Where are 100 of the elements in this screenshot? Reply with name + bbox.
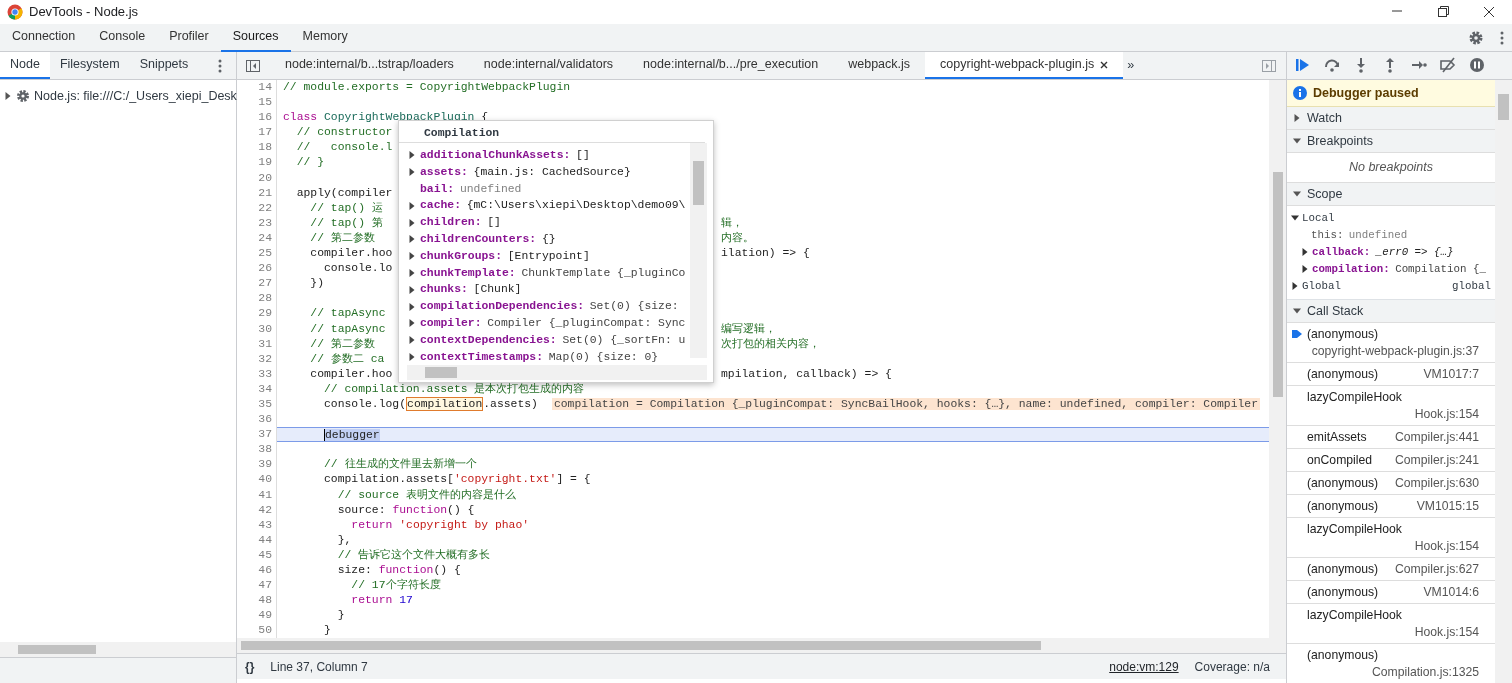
panel-tab[interactable]: Console bbox=[87, 23, 158, 52]
property-row[interactable]: chunkTemplate: ChunkTemplate {_pluginCo bbox=[399, 264, 690, 282]
sidebar-toggle-icon[interactable] bbox=[1262, 59, 1276, 72]
navigator-tab[interactable]: Node bbox=[0, 52, 50, 79]
scope-row[interactable]: Local bbox=[1287, 209, 1495, 227]
line-number: 26 bbox=[237, 261, 277, 277]
scrollbar[interactable] bbox=[1495, 79, 1512, 683]
navigator-tab[interactable]: Snippets bbox=[129, 52, 199, 79]
property-row[interactable]: contextTimestamps: Map(0) {size: 0} bbox=[399, 348, 690, 366]
close-icon[interactable] bbox=[1100, 60, 1109, 69]
line-number: 19 bbox=[237, 155, 277, 171]
collapse-arrow-icon[interactable] bbox=[1293, 306, 1301, 315]
scrollbar[interactable] bbox=[0, 642, 236, 657]
expand-arrow-icon[interactable] bbox=[1301, 265, 1309, 274]
expand-arrow-icon[interactable] bbox=[408, 302, 416, 311]
expand-arrow-icon[interactable] bbox=[408, 218, 416, 227]
resume-icon[interactable] bbox=[1295, 57, 1311, 74]
scrollbar[interactable] bbox=[407, 365, 707, 381]
empty-message: No breakpoints bbox=[1348, 159, 1434, 177]
settings-icon[interactable] bbox=[1468, 29, 1484, 46]
property-row[interactable]: cache: {mC:\Users\xiepi\Desktop\demo09\ bbox=[399, 197, 690, 215]
code-line: // tapAsync bbox=[309, 307, 386, 320]
code-line: compilation.assets['copyright.txt'] = { bbox=[323, 473, 591, 486]
sidebar-toggle-icon[interactable] bbox=[246, 59, 260, 72]
code-line: }, bbox=[336, 533, 352, 546]
line-number: 49 bbox=[237, 608, 277, 624]
variable-row[interactable]: this: undefined bbox=[1287, 226, 1495, 244]
expand-arrow-icon[interactable] bbox=[408, 336, 416, 345]
expand-arrow-icon[interactable] bbox=[408, 268, 416, 277]
section-header[interactable]: Call Stack bbox=[1287, 299, 1495, 323]
section-header[interactable]: Scope bbox=[1287, 182, 1495, 206]
panel-tab[interactable]: Profiler bbox=[157, 23, 221, 52]
line-number: 23 bbox=[237, 215, 277, 231]
code-line: // 往生成的文件里去新增一个 bbox=[323, 458, 477, 471]
navigator-tab[interactable]: Filesystem bbox=[49, 52, 130, 79]
expand-arrow-icon[interactable] bbox=[408, 252, 416, 261]
panel-tab[interactable]: Memory bbox=[290, 23, 360, 52]
file-tab[interactable]: node:internal/b.../pre_execution bbox=[628, 52, 834, 79]
property-row[interactable]: compilationDependencies: Set(0) {size: bbox=[399, 298, 690, 315]
property-row[interactable]: bail: undefined bbox=[399, 180, 690, 198]
scrollbar[interactable] bbox=[237, 638, 1286, 653]
line-number: 45 bbox=[237, 547, 277, 563]
property-row[interactable]: chunkGroups: [Entrypoint] bbox=[399, 247, 690, 265]
line-number: 33 bbox=[237, 366, 277, 382]
section-header[interactable]: Breakpoints bbox=[1287, 129, 1495, 153]
close-icon[interactable] bbox=[1483, 6, 1495, 18]
variable-row[interactable]: compilation: Compilation {_ bbox=[1287, 260, 1495, 278]
collapse-arrow-icon[interactable] bbox=[1293, 136, 1301, 145]
more-options-icon[interactable] bbox=[1500, 29, 1504, 46]
property-row[interactable]: contextDependencies: Set(0) {_sortFn: u bbox=[399, 331, 690, 349]
property-row[interactable]: assets: {main.js: CachedSource} bbox=[399, 163, 690, 181]
pretty-print-button[interactable]: {} bbox=[245, 657, 255, 676]
tree-item[interactable]: Node.js: file:///C:/_Users_xiepi_Desk bbox=[34, 86, 237, 106]
file-tab[interactable]: node:internal/validators bbox=[468, 52, 629, 79]
info-icon bbox=[1293, 85, 1307, 100]
property-row[interactable]: chunks: [Chunk] bbox=[399, 281, 690, 299]
deactivate-breakpoints-icon[interactable] bbox=[1440, 57, 1456, 74]
pause-icon[interactable] bbox=[1469, 57, 1485, 74]
popover-title: Compilation bbox=[399, 121, 705, 143]
expand-arrow-icon[interactable] bbox=[408, 235, 416, 244]
expand-arrow-icon[interactable] bbox=[4, 92, 12, 100]
more-options-icon[interactable] bbox=[218, 57, 222, 74]
code-line: // 17个字符长度 bbox=[350, 579, 441, 592]
source-link[interactable]: node:vm:129 bbox=[1109, 657, 1179, 676]
expand-arrow-icon[interactable] bbox=[1291, 282, 1299, 291]
expand-arrow-icon[interactable] bbox=[1301, 248, 1309, 257]
expand-arrow-icon[interactable] bbox=[408, 319, 416, 328]
maximize-icon[interactable] bbox=[1437, 6, 1449, 18]
step-over-icon[interactable] bbox=[1324, 57, 1340, 74]
more-tabs-button[interactable]: » bbox=[1127, 56, 1135, 75]
code-line: // } bbox=[295, 156, 324, 169]
expand-arrow-icon[interactable] bbox=[408, 285, 416, 294]
expand-arrow-icon[interactable] bbox=[408, 151, 416, 160]
file-tab[interactable]: webpack.js bbox=[833, 52, 926, 79]
expand-arrow-icon[interactable] bbox=[1293, 113, 1301, 122]
line-number: 36 bbox=[237, 412, 277, 428]
code-line: compiler.hoo bbox=[309, 366, 394, 382]
property-row[interactable]: compiler: Compiler {_pluginCompat: Sync bbox=[399, 314, 690, 332]
property-row[interactable]: childrenCounters: {} bbox=[399, 231, 690, 248]
property-row[interactable]: children: [] bbox=[399, 214, 690, 231]
scope-row[interactable]: Global global bbox=[1287, 277, 1495, 295]
collapse-arrow-icon[interactable] bbox=[1293, 189, 1301, 198]
code-line: 内容。 bbox=[721, 231, 754, 244]
code-line: }) bbox=[309, 277, 324, 290]
code-line: apply(compiler bbox=[295, 186, 393, 199]
variable-row[interactable]: callback: _err0 => {…} bbox=[1287, 243, 1495, 261]
code-line: } bbox=[336, 609, 345, 622]
expand-arrow-icon[interactable] bbox=[408, 201, 416, 210]
scrollbar[interactable] bbox=[1269, 80, 1286, 638]
file-tab[interactable]: copyright-webpack-plugin.js bbox=[925, 52, 1124, 79]
file-tab[interactable]: node:internal/b...tstrap/loaders bbox=[270, 52, 469, 79]
scrollbar[interactable] bbox=[690, 143, 707, 358]
logo-icon bbox=[7, 4, 23, 20]
section-header[interactable]: Watch bbox=[1287, 106, 1495, 130]
property-row[interactable]: additionalChunkAssets: [] bbox=[399, 147, 690, 164]
window-title: DevTools - Node.js bbox=[29, 3, 140, 22]
expand-arrow-icon[interactable] bbox=[408, 168, 416, 177]
panel-tab[interactable]: Connection bbox=[0, 23, 88, 52]
expand-arrow-icon[interactable] bbox=[408, 352, 416, 361]
collapse-arrow-icon[interactable] bbox=[1291, 214, 1299, 223]
